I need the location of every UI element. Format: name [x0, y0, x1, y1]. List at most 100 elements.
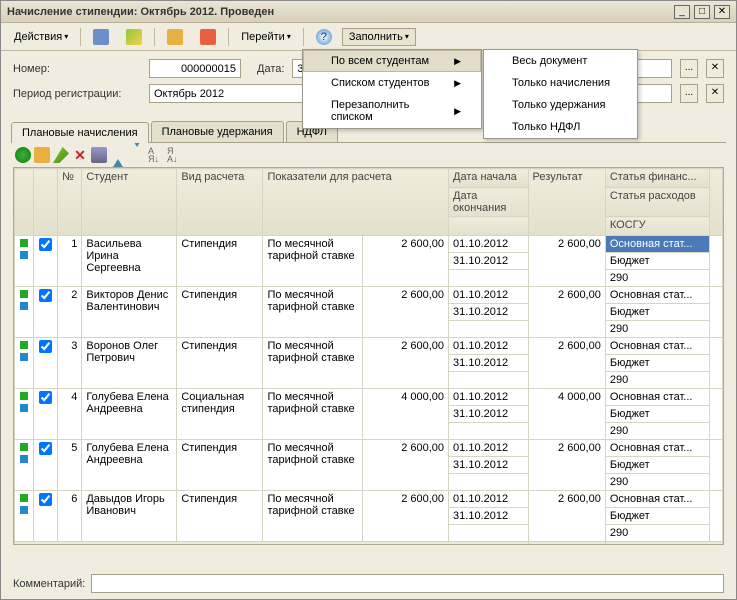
- col-n[interactable]: №: [58, 169, 82, 236]
- fill-dropdown[interactable]: Заполнить ▾: [342, 28, 416, 46]
- post-icon[interactable]: [160, 26, 190, 48]
- comment-area: Комментарий:: [13, 574, 724, 593]
- number-field[interactable]: [149, 59, 241, 78]
- row-checkbox[interactable]: [33, 440, 57, 491]
- copy-row-icon[interactable]: [34, 147, 50, 163]
- period-field[interactable]: [149, 84, 309, 103]
- cell-amount: 4 000,00: [362, 389, 448, 440]
- close-button[interactable]: ✕: [714, 5, 730, 19]
- cell-student: Воронов Олег Петрович: [82, 338, 177, 389]
- cell-expense: Бюджет: [605, 355, 709, 372]
- cell-n: 6: [58, 491, 82, 542]
- cell-type: Стипендия: [177, 440, 263, 491]
- cell-finance[interactable]: Основная стат...: [605, 338, 709, 355]
- cell-kosgu: 290: [605, 270, 709, 287]
- col-date-start[interactable]: Дата начала: [449, 169, 529, 188]
- row-checkbox[interactable]: [33, 389, 57, 440]
- cell-finance[interactable]: Основная стат...: [605, 440, 709, 457]
- cell-type: Стипендия: [177, 236, 263, 287]
- cell-kosgu: 290: [605, 525, 709, 542]
- period-label: Период регистрации:: [13, 88, 141, 100]
- row-checkbox[interactable]: [33, 491, 57, 542]
- cell-finance[interactable]: Основная стат...: [605, 236, 709, 253]
- tab-plan-charges[interactable]: Плановые начисления: [11, 122, 149, 143]
- row-marker: [15, 287, 34, 338]
- cell-result: 2 600,00: [528, 236, 605, 287]
- goto-dropdown[interactable]: Перейти ▾: [234, 28, 298, 46]
- row-checkbox[interactable]: [33, 338, 57, 389]
- menu-all-students[interactable]: По всем студентам▶: [303, 50, 481, 72]
- sort-asc-icon[interactable]: AЯ↓: [148, 147, 164, 163]
- table-row[interactable]: 5Голубева Елена АндреевнаСтипендияПо мес…: [15, 440, 723, 457]
- maximize-button[interactable]: □: [694, 5, 710, 19]
- col-finance[interactable]: Статья финанс...: [605, 169, 709, 188]
- cell-date-start: 01.10.2012: [449, 236, 529, 253]
- actions-dropdown[interactable]: Действия ▾: [7, 28, 75, 46]
- cell-n: 1: [58, 236, 82, 287]
- col-student[interactable]: Студент: [82, 169, 177, 236]
- cell-finance[interactable]: Основная стат...: [605, 491, 709, 508]
- cell-date-start: 01.10.2012: [449, 338, 529, 355]
- submenu-arrow-icon: ▶: [454, 106, 461, 117]
- cell-finance[interactable]: Основная стат...: [605, 389, 709, 406]
- cell-result: 2 600,00: [528, 338, 605, 389]
- edit-row-icon[interactable]: [53, 147, 69, 163]
- cell-date-start: 01.10.2012: [449, 491, 529, 508]
- cell-indicator: По месячной тарифной ставке: [263, 338, 362, 389]
- table-row[interactable]: 4Голубева Елена АндреевнаСоциальная стип…: [15, 389, 723, 406]
- cell-n: 3: [58, 338, 82, 389]
- table-row[interactable]: 6Давыдов Игорь ИвановичСтипендияПо месяч…: [15, 491, 723, 508]
- date-label: Дата:: [257, 63, 284, 75]
- col-date-end[interactable]: Дата окончания: [449, 188, 529, 217]
- submenu-arrow-icon: ▶: [454, 56, 461, 67]
- add-row-icon[interactable]: [15, 147, 31, 163]
- help-icon[interactable]: ?: [309, 26, 339, 48]
- table-row[interactable]: 3Воронов Олег ПетровичСтипендияПо месячн…: [15, 338, 723, 355]
- comment-field[interactable]: [91, 574, 724, 593]
- col-indicators[interactable]: Показатели для расчета: [263, 169, 449, 236]
- table-row[interactable]: 2Викторов Денис ВалентиновичСтипендияПо …: [15, 287, 723, 304]
- clear-button-2[interactable]: ✕: [706, 84, 724, 103]
- fill-menu: По всем студентам▶ Списком студентов▶ Пе…: [302, 49, 482, 129]
- cell-kosgu: 290: [605, 372, 709, 389]
- menu-list-students[interactable]: Списком студентов▶: [303, 72, 481, 94]
- row-checkbox[interactable]: [33, 287, 57, 338]
- cell-expense: Бюджет: [605, 406, 709, 423]
- col-type[interactable]: Вид расчета: [177, 169, 263, 236]
- submenu-only-ndfl[interactable]: Только НДФЛ: [484, 116, 637, 138]
- delete-row-icon[interactable]: ✕: [72, 147, 88, 163]
- cell-result: 2 600,00: [528, 287, 605, 338]
- titlebar: Начисление стипендии: Октябрь 2012. Пров…: [1, 1, 736, 23]
- move-down-icon[interactable]: [129, 147, 145, 163]
- cell-date-end: 31.10.2012: [449, 355, 529, 372]
- select-button-1[interactable]: ...: [680, 59, 698, 78]
- minimize-button[interactable]: _: [674, 5, 690, 19]
- submenu-only-charges[interactable]: Только начисления: [484, 72, 637, 94]
- select-button-2[interactable]: ...: [680, 84, 698, 103]
- cell-expense: Бюджет: [605, 508, 709, 525]
- tab-plan-deductions[interactable]: Плановые удержания: [151, 121, 284, 142]
- submenu-only-deductions[interactable]: Только удержания: [484, 94, 637, 116]
- unpost-icon[interactable]: [193, 26, 223, 48]
- col-expense[interactable]: Статья расходов: [605, 188, 709, 217]
- app-window: Начисление стипендии: Октябрь 2012. Пров…: [0, 0, 737, 600]
- save-icon[interactable]: [86, 26, 116, 48]
- cell-expense: Бюджет: [605, 253, 709, 270]
- cell-kosgu: 290: [605, 474, 709, 491]
- row-marker: [15, 236, 34, 287]
- menu-refill-list[interactable]: Перезаполнить списком▶: [303, 94, 481, 128]
- total-label: Итого:: [15, 542, 529, 546]
- move-up-icon[interactable]: [110, 147, 126, 163]
- sort-desc-icon[interactable]: ЯA↓: [167, 147, 183, 163]
- submenu-whole-doc[interactable]: Весь документ: [484, 50, 637, 72]
- table-row[interactable]: 1Васильева Ирина СергеевнаСтипендияПо ме…: [15, 236, 723, 253]
- clear-button-1[interactable]: ✕: [706, 59, 724, 78]
- cell-indicator: По месячной тарифной ставке: [263, 440, 362, 491]
- grid-settings-icon[interactable]: [91, 147, 107, 163]
- refresh-icon[interactable]: [119, 26, 149, 48]
- col-result[interactable]: Результат: [528, 169, 605, 236]
- data-grid[interactable]: № Студент Вид расчета Показатели для рас…: [13, 167, 724, 545]
- cell-finance[interactable]: Основная стат...: [605, 287, 709, 304]
- row-checkbox[interactable]: [33, 236, 57, 287]
- col-kosgu[interactable]: КОСГУ: [605, 217, 709, 236]
